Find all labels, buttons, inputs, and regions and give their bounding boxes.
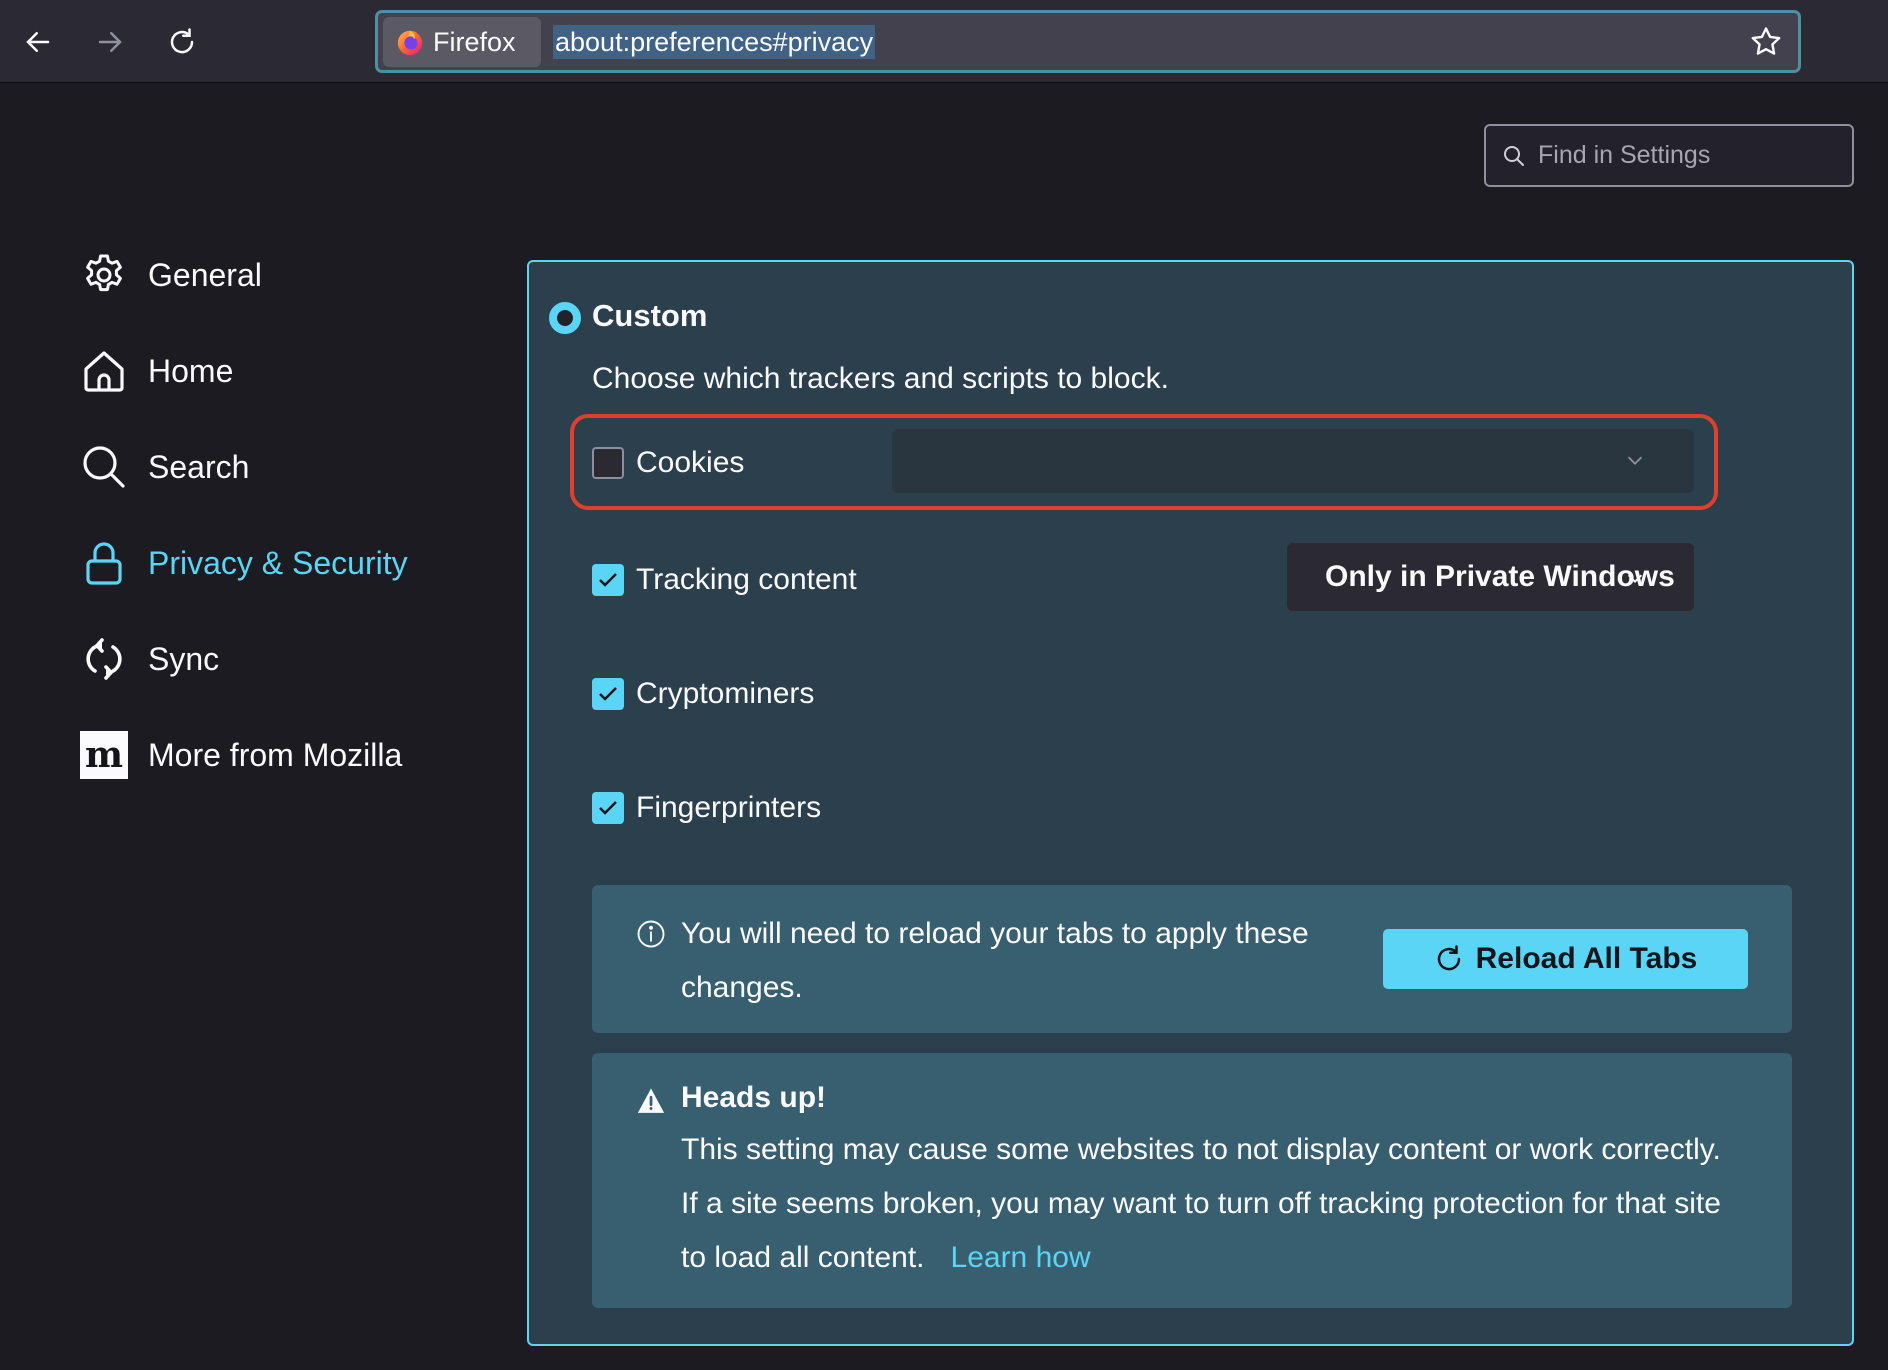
reload-all-tabs-label: Reload All Tabs bbox=[1475, 942, 1698, 975]
heads-up-warning: Heads up! This setting may cause some we… bbox=[592, 1053, 1792, 1308]
custom-label: Custom bbox=[592, 298, 708, 333]
sidebar-item-sync[interactable]: Sync bbox=[80, 629, 219, 689]
cookies-label: Cookies bbox=[636, 446, 745, 479]
arrow-left-icon bbox=[26, 32, 50, 52]
info-icon bbox=[637, 920, 665, 948]
warning-icon bbox=[637, 1088, 665, 1113]
cryptominers-checkbox[interactable] bbox=[592, 678, 624, 710]
checkmark-icon bbox=[599, 687, 617, 701]
heads-up-title: Heads up! bbox=[681, 1081, 827, 1114]
sidebar-item-label: Home bbox=[148, 352, 234, 389]
checkmark-icon bbox=[599, 573, 617, 587]
sidebar-item-label: Search bbox=[148, 448, 250, 485]
custom-protection-panel: Custom Choose which trackers and scripts… bbox=[527, 260, 1854, 1346]
tracking-content-option: Tracking content bbox=[592, 560, 857, 600]
cookies-select[interactable] bbox=[892, 429, 1694, 493]
fingerprinters-option: Fingerprinters bbox=[592, 788, 821, 828]
svg-text:m: m bbox=[85, 734, 123, 776]
url-bar[interactable]: Firefox about:preferences#privacy bbox=[375, 10, 1801, 73]
cookies-checkbox[interactable] bbox=[592, 447, 624, 479]
sidebar-item-label: More from Mozilla bbox=[148, 736, 403, 773]
tracking-content-checkbox[interactable] bbox=[592, 564, 624, 596]
fingerprinters-label: Fingerprinters bbox=[636, 791, 822, 824]
heads-up-text: This setting may cause some websites to … bbox=[681, 1123, 1741, 1285]
star-icon bbox=[1751, 27, 1781, 55]
tracking-content-select-value: Only in Private Windows bbox=[1325, 560, 1675, 593]
custom-radio[interactable] bbox=[549, 302, 581, 334]
home-icon bbox=[80, 347, 128, 395]
learn-how-link[interactable]: Learn how bbox=[951, 1241, 1091, 1274]
identity-chip[interactable]: Firefox bbox=[383, 17, 541, 67]
forward-button[interactable] bbox=[90, 22, 130, 62]
chevron-down-icon bbox=[1627, 456, 1643, 465]
url-text[interactable]: about:preferences#privacy bbox=[553, 25, 876, 59]
fingerprinters-checkbox[interactable] bbox=[592, 792, 624, 824]
custom-description: Choose which trackers and scripts to blo… bbox=[592, 362, 1169, 395]
lock-icon bbox=[80, 539, 128, 587]
cryptominers-option: Cryptominers bbox=[592, 674, 814, 714]
tracking-content-label: Tracking content bbox=[636, 563, 857, 596]
firefox-logo-icon bbox=[397, 30, 423, 56]
search-icon bbox=[80, 443, 128, 491]
identity-label: Firefox bbox=[433, 26, 516, 57]
sidebar-item-label: Privacy & Security bbox=[148, 544, 408, 581]
sidebar-item-home[interactable]: Home bbox=[80, 341, 233, 401]
find-in-settings-input[interactable] bbox=[1538, 141, 1838, 170]
cookies-option: Cookies bbox=[592, 419, 744, 507]
sync-icon bbox=[80, 635, 128, 683]
sidebar-item-label: General bbox=[148, 256, 262, 293]
bookmark-button[interactable] bbox=[1748, 24, 1784, 60]
cryptominers-label: Cryptominers bbox=[636, 677, 815, 710]
arrow-right-icon bbox=[98, 32, 122, 52]
checkmark-icon bbox=[599, 801, 617, 815]
reload-button[interactable] bbox=[162, 22, 202, 62]
tracking-content-select[interactable]: Only in Private Windows bbox=[1287, 543, 1694, 611]
sidebar-item-more-from-mozilla[interactable]: m More from Mozilla bbox=[80, 725, 402, 785]
reload-icon bbox=[1437, 945, 1460, 971]
chevron-down-icon bbox=[1627, 574, 1643, 583]
gear-icon bbox=[80, 251, 128, 299]
browser-toolbar: Firefox about:preferences#privacy bbox=[0, 0, 1888, 83]
back-button[interactable] bbox=[18, 22, 58, 62]
reload-icon bbox=[170, 28, 194, 54]
find-in-settings[interactable] bbox=[1484, 124, 1854, 187]
heads-up-body: This setting may cause some websites to … bbox=[681, 1133, 1721, 1274]
sidebar-item-privacy-security[interactable]: Privacy & Security bbox=[80, 533, 408, 593]
reload-notice: You will need to reload your tabs to app… bbox=[592, 885, 1792, 1033]
sidebar-item-search[interactable]: Search bbox=[80, 437, 249, 497]
reload-all-tabs-button[interactable]: Reload All Tabs bbox=[1383, 929, 1748, 989]
sidebar-item-general[interactable]: General bbox=[80, 245, 262, 305]
sidebar-item-label: Sync bbox=[148, 640, 220, 677]
search-icon bbox=[1504, 145, 1524, 166]
reload-notice-text: You will need to reload your tabs to app… bbox=[681, 917, 1309, 1004]
mozilla-icon: m bbox=[80, 731, 128, 779]
